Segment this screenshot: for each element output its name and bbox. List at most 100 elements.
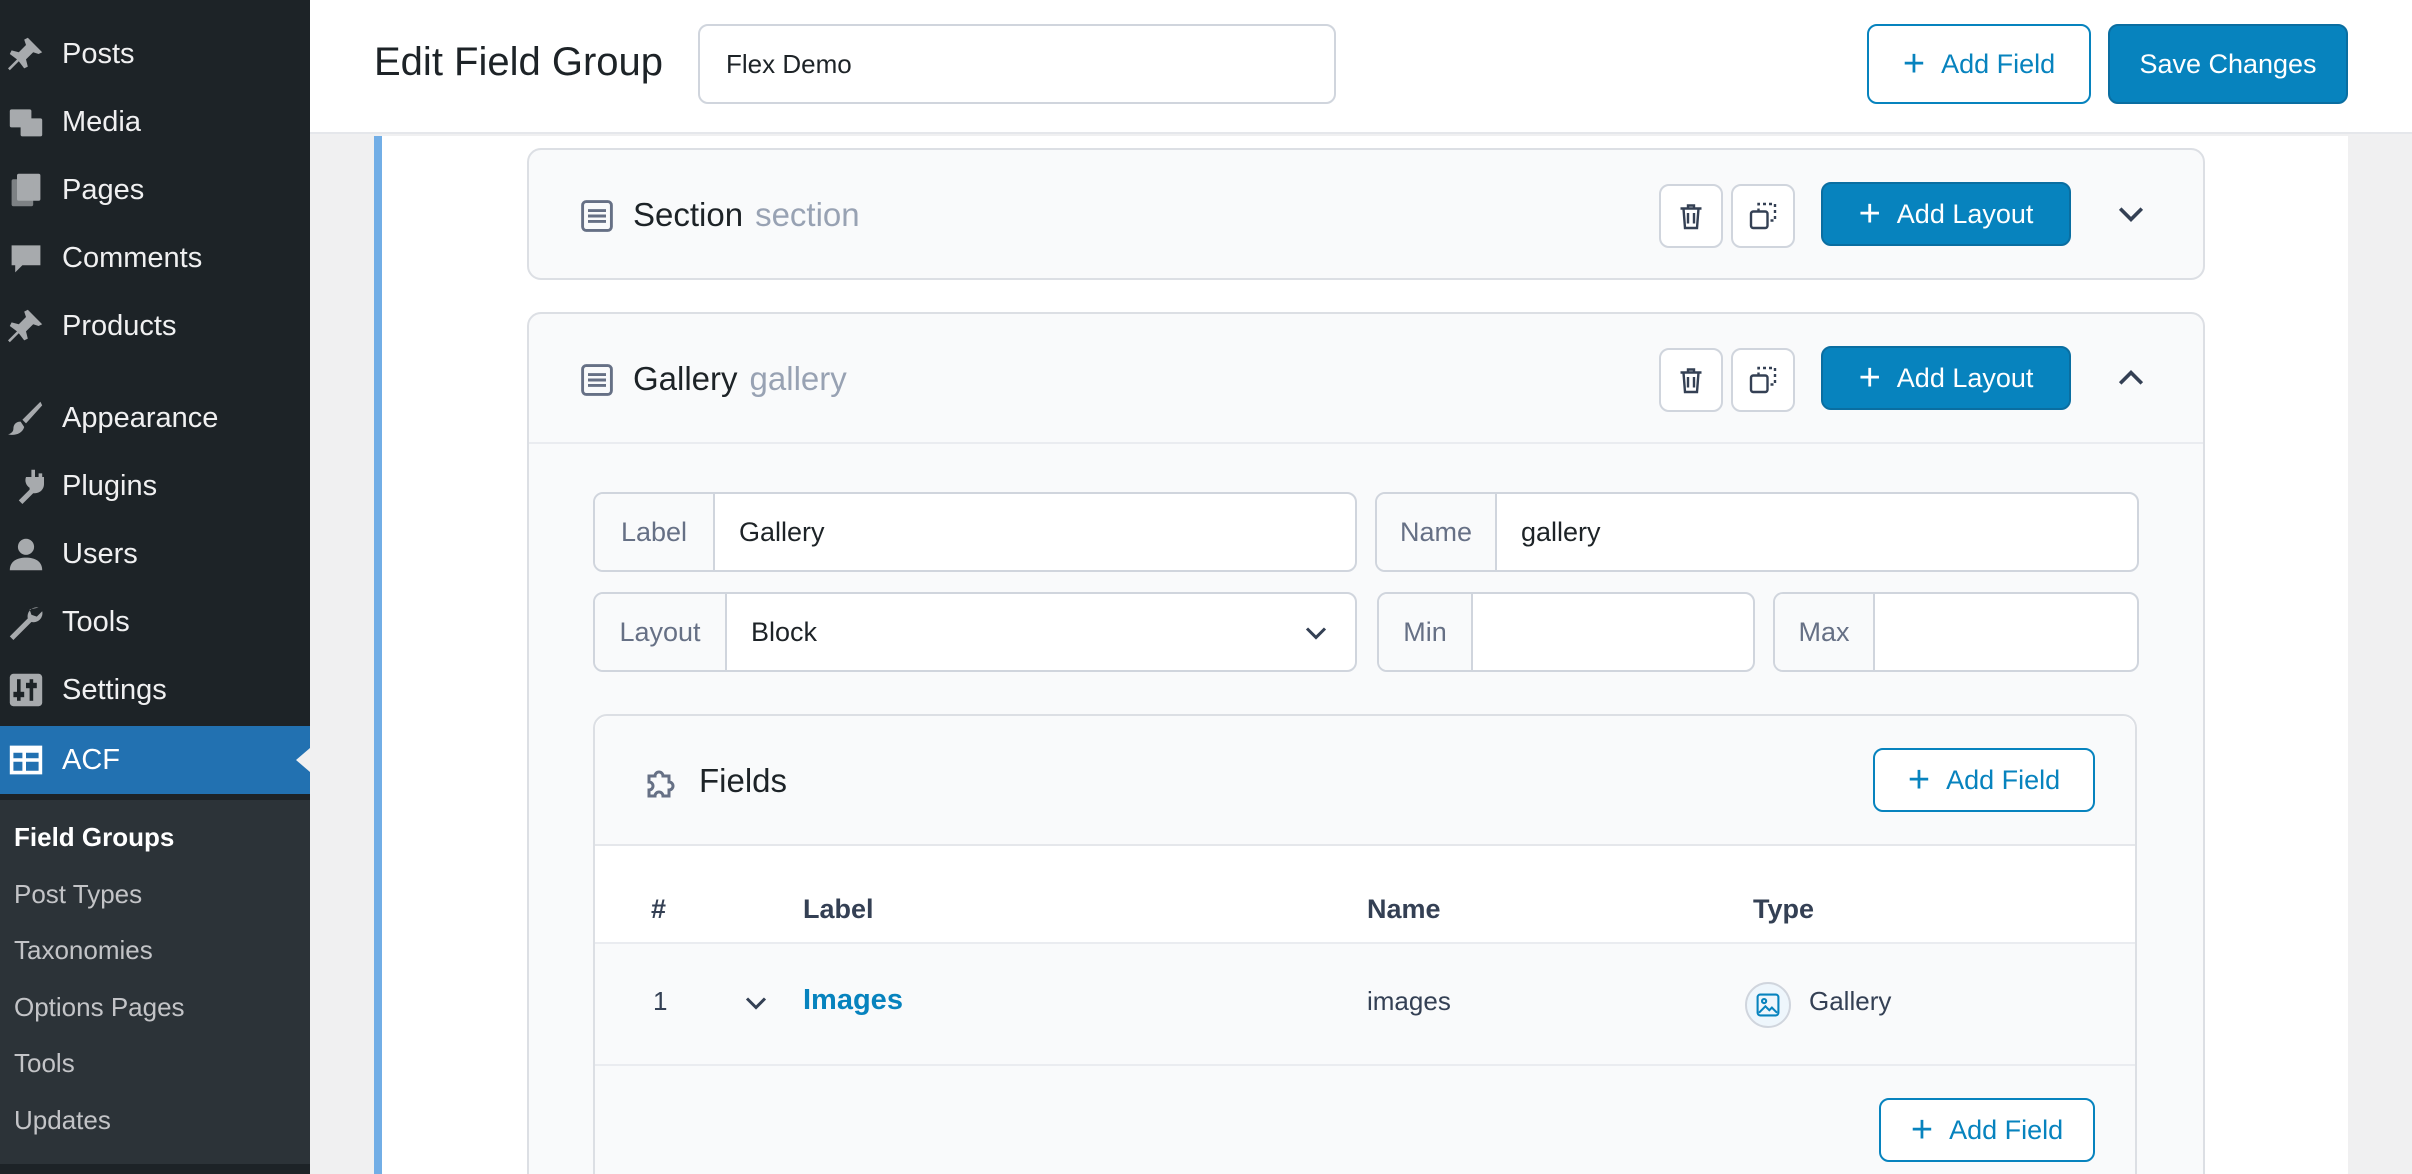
pages-icon [0,156,62,224]
delete-layout-button[interactable] [1659,184,1723,248]
media-icon [0,88,62,156]
layout-type-value: Block [751,616,818,647]
row-type: Gallery [1809,986,1892,1016]
menu-label: Plugins [62,469,158,502]
page-gutter [2348,136,2412,1174]
page-title: Edit Field Group [374,40,664,84]
menu-item-products[interactable]: Products [0,292,310,360]
layout-title: Section section [633,196,860,234]
menu-label: Media [62,105,141,138]
column-header-label: Label [803,894,874,924]
menu-label: Pages [62,173,145,206]
layout-max-input[interactable] [1875,594,2137,670]
pin-icon [0,20,62,88]
add-layout-button[interactable]: + Add Layout [1821,182,2071,246]
add-field-button[interactable]: + Add Field [1867,24,2091,104]
submenu-post-types[interactable]: Post Types [14,879,142,910]
layout-name: section [755,196,860,233]
save-changes-label: Save Changes [2139,48,2317,79]
trash-icon [1680,204,1702,230]
add-layout-label: Add Layout [1896,362,2034,393]
plug-icon [0,452,62,520]
chevron-down-icon[interactable] [741,988,771,1018]
menu-label: Comments [62,241,203,274]
add-field-bottom-button[interactable]: + Add Field [1879,1098,2095,1162]
add-layout-button[interactable]: + Add Layout [1821,346,2071,410]
submenu-taxonomies[interactable]: Taxonomies [14,935,153,966]
duplicate-layout-button[interactable] [1731,184,1795,248]
page-header: Edit Field Group + Add Field Save Change… [310,0,2412,134]
image-icon [1745,982,1791,1028]
column-header-order: # [651,894,667,924]
field-group-title-input[interactable] [698,24,1336,104]
submenu-options-pages[interactable]: Options Pages [14,992,185,1023]
layout-label-input[interactable]: Gallery [715,494,1355,570]
layout-gallery: Gallery gallery + Add Layout Label Galler… [527,312,2205,1174]
layout-label-field: Label Gallery [593,492,1357,572]
menu-item-appearance[interactable]: Appearance [0,384,310,452]
chevron-down-icon[interactable] [2113,196,2149,232]
menu-label: Posts [62,37,135,70]
duplicate-layout-button[interactable] [1731,348,1795,412]
brush-icon [0,384,62,452]
layout-type-select[interactable]: Block [727,594,1355,670]
column-header-name: Name [1367,894,1441,924]
add-sub-field-button[interactable]: + Add Field [1873,748,2095,812]
layout-type-field: Layout Block [593,592,1357,672]
sub-fields-panel: Fields + Add Field # Label Name Type 1 I… [593,714,2137,1174]
menu-item-posts[interactable]: Posts [0,20,310,88]
plus-icon: + [1910,1109,1934,1151]
save-changes-button[interactable]: Save Changes [2108,24,2348,104]
layout-name-input[interactable]: gallery [1497,494,2137,570]
layout-label: Gallery [633,360,738,397]
label-prefix: Label [595,494,715,570]
column-header-type: Type [1753,894,1815,924]
layout-header[interactable]: Gallery gallery + Add Layout [529,314,2203,444]
chevron-up-icon[interactable] [2113,360,2149,396]
acf-grid-icon [0,726,62,794]
layout-min-field: Min [1377,592,1755,672]
layout-min-input[interactable] [1473,594,1753,670]
menu-item-tools[interactable]: Tools [0,588,310,656]
add-field-label: Add Field [1946,764,2061,795]
menu-item-media[interactable]: Media [0,88,310,156]
layout-label: Section [633,196,744,233]
acf-submenu: Field Groups Post Types Taxonomies Optio… [0,800,310,1164]
menu-item-settings[interactable]: Settings [0,656,310,724]
pin-icon [0,292,62,360]
menu-label: Users [62,537,138,570]
duplicate-icon [1749,366,1777,394]
user-icon [0,520,62,588]
row-label-link[interactable]: Images [803,984,903,1017]
submenu-tools[interactable]: Tools [14,1048,75,1079]
trash-icon [1680,368,1702,394]
menu-item-pages[interactable]: Pages [0,156,310,224]
menu-item-acf[interactable]: ACF [0,726,310,794]
wrench-icon [0,588,62,656]
plus-icon: + [1858,193,1881,235]
sub-fields-footer: + Add Field [595,1066,2135,1174]
delete-layout-button[interactable] [1659,348,1723,412]
menu-item-comments[interactable]: Comments [0,224,310,292]
menu-label: Tools [62,605,130,638]
menu-label: Settings [62,673,167,706]
layout-prefix: Layout [595,594,727,670]
submenu-updates[interactable]: Updates [14,1105,111,1136]
panel-accent-bar [374,136,382,1174]
menu-label: Products [62,309,177,342]
sub-fields-title: Fields [699,762,788,799]
max-prefix: Max [1775,594,1875,670]
row-name: images [1367,986,1451,1016]
puzzle-icon [647,770,675,798]
plus-icon: + [1858,357,1881,399]
name-prefix: Name [1377,494,1497,570]
table-row[interactable]: 1 Images images Gallery [595,942,2135,1066]
add-field-label: Add Field [1941,48,2056,79]
layout-header[interactable]: Section section + Add Layout [529,150,2203,280]
menu-label: ACF [62,743,120,776]
submenu-field-groups[interactable]: Field Groups [14,822,174,853]
menu-item-users[interactable]: Users [0,520,310,588]
row-order: 1 [653,986,668,1016]
plus-icon: + [1907,759,1931,801]
menu-item-plugins[interactable]: Plugins [0,452,310,520]
